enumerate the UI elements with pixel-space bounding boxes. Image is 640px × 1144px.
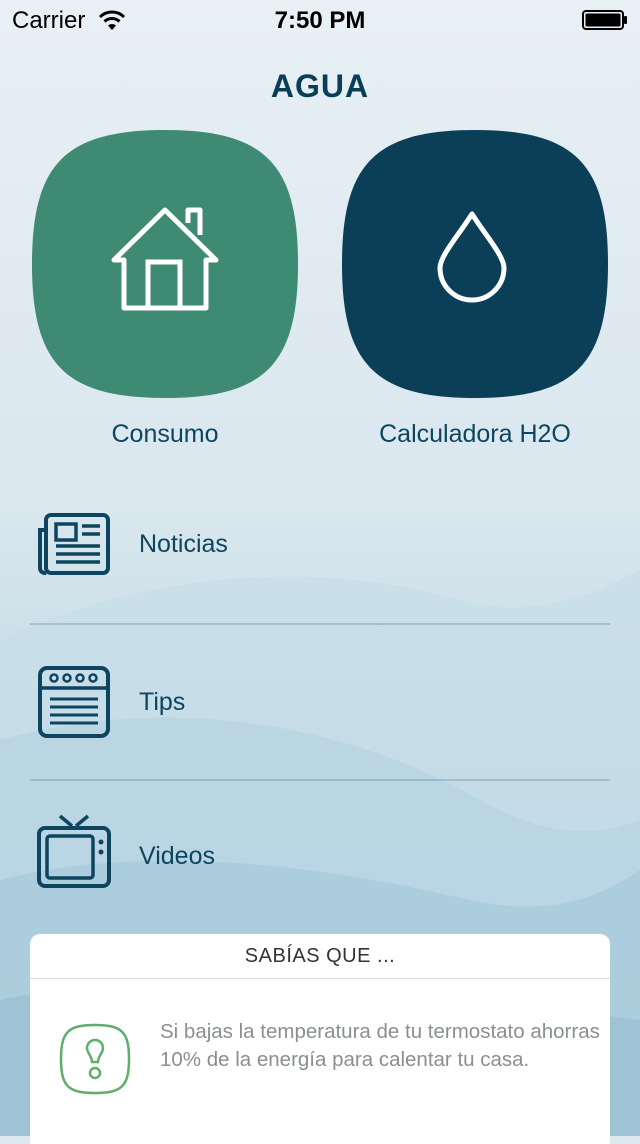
consumo-tile[interactable]	[30, 128, 300, 400]
consumo-label: Consumo	[111, 420, 219, 448]
notepad-icon	[38, 666, 110, 738]
tv-icon	[37, 814, 111, 888]
lightbulb-icon	[59, 1023, 131, 1095]
clock: 7:50 PM	[274, 7, 366, 34]
menu-label-videos: Videos	[139, 842, 215, 870]
menu-label-noticias: Noticias	[139, 530, 228, 558]
tip-card-header: SABÍAS QUE ...	[30, 934, 610, 979]
menu-item-noticias[interactable]: Noticias	[0, 500, 640, 596]
divider	[30, 623, 610, 625]
tip-card: SABÍAS QUE ... Si bajas la temperatura d…	[30, 934, 610, 1144]
battery-icon	[582, 10, 627, 30]
calculadora-h2o-tile[interactable]	[340, 128, 610, 400]
menu-label-tips: Tips	[139, 688, 186, 716]
page-title: AGUA	[270, 68, 370, 104]
divider	[30, 779, 610, 781]
newspaper-icon	[38, 513, 110, 576]
calculadora-h2o-label: Calculadora H2O	[379, 420, 571, 448]
water-drop-icon	[437, 211, 507, 303]
menu-item-videos[interactable]: Videos	[0, 808, 640, 904]
status-bar: Carrier 7:50 PM	[0, 0, 640, 40]
tip-card-text: Si bajas la temperatura de tu termostato…	[160, 1020, 600, 1071]
menu-item-tips[interactable]: Tips	[0, 656, 640, 752]
house-icon	[111, 207, 219, 311]
